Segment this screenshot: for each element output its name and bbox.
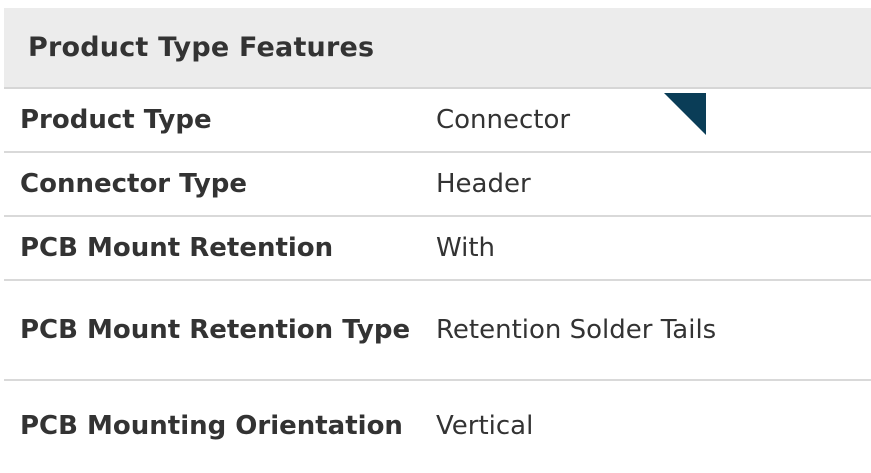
product-type-features-panel: Product Type Features Product Type Conne… [4,8,871,471]
section-header: Product Type Features [4,8,871,89]
table-row: PCB Mount Retention Type Retention Solde… [4,281,871,381]
table-row: Product Type Connector [4,89,871,153]
row-label: Product Type [20,105,212,135]
table-row: Connector Type Header [4,153,871,217]
row-label: PCB Mount Retention Type [20,315,411,345]
row-value: Header [436,169,531,199]
section-title: Product Type Features [28,32,375,63]
row-label: PCB Mount Retention [20,233,334,263]
table-row: PCB Mount Retention With [4,217,871,281]
row-value: Retention Solder Tails [436,315,717,345]
table-row: PCB Mounting Orientation Vertical [4,381,871,471]
row-label: Connector Type [20,169,248,199]
row-value: With [436,233,496,263]
row-value: Vertical [436,411,534,441]
row-value: Connector [436,105,571,135]
corner-triangle-icon [664,93,706,135]
row-label: PCB Mounting Orientation [20,411,403,441]
